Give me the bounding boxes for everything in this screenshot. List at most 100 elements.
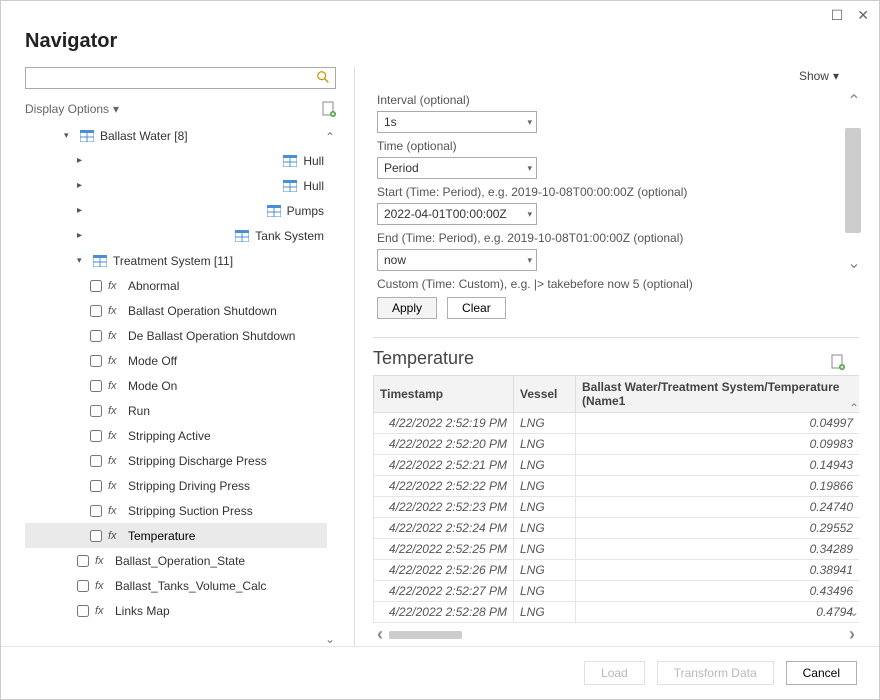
table-row[interactable]: 4/22/2022 2:52:19 PMLNG0.04997 <box>374 413 860 434</box>
scroll-up-icon[interactable]: ⌃ <box>847 401 859 415</box>
tree-leaf[interactable]: fxMode Off <box>25 348 324 373</box>
table-row[interactable]: 4/22/2022 2:52:27 PMLNG0.43496 <box>374 581 860 602</box>
table-row[interactable]: 4/22/2022 2:52:26 PMLNG0.38941 <box>374 560 860 581</box>
close-icon[interactable]: ✕ <box>857 7 869 24</box>
left-panel: Display Options ▾ Ballast Water [8] <box>1 67 336 646</box>
nav-tree[interactable]: Ballast Water [8] HullHullPumpsTank Syst… <box>25 123 336 623</box>
scroll-down-icon[interactable]: ⌄ <box>321 632 336 646</box>
tree-label: Stripping Suction Press <box>128 504 253 518</box>
column-header[interactable]: Timestamp <box>374 376 514 413</box>
tree-node[interactable]: Tank System <box>25 223 324 248</box>
end-value: now <box>384 253 406 267</box>
tree-checkbox[interactable] <box>90 305 102 317</box>
column-header[interactable]: Ballast Water/Treatment System/Temperatu… <box>576 376 860 413</box>
fx-icon: fx <box>108 280 122 292</box>
cell-vessel: LNG <box>514 497 576 518</box>
tree-node[interactable]: Hull <box>25 173 324 198</box>
params-scrollbar[interactable]: ⌃ ⌄ <box>845 88 863 273</box>
end-combo[interactable]: now ▾ <box>377 249 537 271</box>
tree-node[interactable]: Pumps <box>25 198 324 223</box>
tree-leaf[interactable]: fxTemperature <box>25 523 327 548</box>
tree-leaf[interactable]: fxLinks Map <box>25 598 324 623</box>
clear-button[interactable]: Clear <box>447 297 506 319</box>
table-row[interactable]: 4/22/2022 2:52:22 PMLNG0.19866 <box>374 476 860 497</box>
tree-scrollbar[interactable]: ⌃ ⌄ <box>321 123 336 646</box>
scroll-down-icon[interactable]: ⌄ <box>845 253 863 273</box>
tree-leaf[interactable]: fxMode On <box>25 373 324 398</box>
tree-checkbox[interactable] <box>77 555 89 567</box>
scroll-right-icon[interactable]: › <box>849 624 855 645</box>
start-combo[interactable]: 2022-04-01T00:00:00Z ▾ <box>377 203 537 225</box>
expand-icon[interactable] <box>77 255 87 266</box>
expand-icon[interactable] <box>77 230 229 241</box>
table-row[interactable]: 4/22/2022 2:52:21 PMLNG0.14943 <box>374 455 860 476</box>
tree-leaf[interactable]: fxStripping Discharge Press <box>25 448 324 473</box>
tree-leaf[interactable]: fxAbnormal <box>25 273 324 298</box>
tree-leaf[interactable]: fxStripping Suction Press <box>25 498 324 523</box>
tree-leaf[interactable]: fxBallast_Operation_State <box>25 548 324 573</box>
table-row[interactable]: 4/22/2022 2:52:25 PMLNG0.34289 <box>374 539 860 560</box>
tree-leaf[interactable]: fxStripping Driving Press <box>25 473 324 498</box>
refresh-sheet-icon[interactable] <box>831 354 845 370</box>
expand-icon[interactable] <box>64 130 74 141</box>
tree-label: Stripping Discharge Press <box>128 454 267 468</box>
grid-horizontal-scrollbar[interactable]: ‹ › <box>373 623 859 646</box>
transform-data-button[interactable]: Transform Data <box>657 661 774 685</box>
tree-checkbox[interactable] <box>90 405 102 417</box>
tree-node-ballast-water[interactable]: Ballast Water [8] <box>25 123 324 148</box>
chevron-down-icon: ▾ <box>833 69 839 83</box>
scrollbar-thumb[interactable] <box>845 128 861 233</box>
tree-checkbox[interactable] <box>77 580 89 592</box>
expand-icon[interactable] <box>77 180 277 191</box>
results-grid[interactable]: TimestampVesselBallast Water/Treatment S… <box>373 375 859 646</box>
chevron-down-icon: ▾ <box>527 117 532 128</box>
table-row[interactable]: 4/22/2022 2:52:24 PMLNG0.29552 <box>374 518 860 539</box>
table-row[interactable]: 4/22/2022 2:52:23 PMLNG0.24740 <box>374 497 860 518</box>
tree-label: Run <box>128 404 150 418</box>
interval-combo[interactable]: 1s ▾ <box>377 111 537 133</box>
tree-leaf[interactable]: fxBallast Operation Shutdown <box>25 298 324 323</box>
tree-leaf[interactable]: fxBallast_Tanks_Volume_Calc <box>25 573 324 598</box>
cell-value: 0.34289 <box>576 539 860 560</box>
cell-timestamp: 4/22/2022 2:52:24 PM <box>374 518 514 539</box>
new-sheet-icon[interactable] <box>322 101 336 117</box>
scroll-down-icon[interactable]: ⌄ <box>847 605 859 619</box>
tree-checkbox[interactable] <box>90 505 102 517</box>
time-value: Period <box>384 161 419 175</box>
fx-icon: fx <box>108 380 122 392</box>
tree-leaf[interactable]: fxStripping Active <box>25 423 324 448</box>
table-row[interactable]: 4/22/2022 2:52:20 PMLNG0.09983 <box>374 434 860 455</box>
maximize-icon[interactable]: ☐ <box>831 7 844 24</box>
tree-checkbox[interactable] <box>90 455 102 467</box>
tree-checkbox[interactable] <box>90 530 102 542</box>
tree-checkbox[interactable] <box>90 480 102 492</box>
load-button[interactable]: Load <box>584 661 645 685</box>
scroll-up-icon[interactable]: ⌃ <box>321 130 336 144</box>
tree-leaf[interactable]: fxDe Ballast Operation Shutdown <box>25 323 324 348</box>
apply-button[interactable]: Apply <box>377 297 437 319</box>
tree-checkbox[interactable] <box>90 355 102 367</box>
tree-checkbox[interactable] <box>90 280 102 292</box>
display-options-dropdown[interactable]: Display Options ▾ <box>25 102 119 116</box>
show-dropdown[interactable]: Show ▾ <box>799 69 839 83</box>
table-row[interactable]: 4/22/2022 2:52:28 PMLNG0.4794 <box>374 602 860 623</box>
right-panel: Show ▾ Interval (optional) 1s ▾ Time (op… <box>373 67 879 646</box>
scroll-up-icon[interactable]: ⌃ <box>845 91 863 111</box>
tree-node[interactable]: Treatment System [11] <box>25 248 324 273</box>
tree-checkbox[interactable] <box>90 330 102 342</box>
column-header[interactable]: Vessel <box>514 376 576 413</box>
cancel-button[interactable]: Cancel <box>786 661 857 685</box>
expand-icon[interactable] <box>77 155 277 166</box>
scrollbar-thumb[interactable] <box>389 631 462 639</box>
tree-node[interactable]: Hull <box>25 148 324 173</box>
expand-icon[interactable] <box>77 205 261 216</box>
time-combo[interactable]: Period ▾ <box>377 157 537 179</box>
tree-checkbox[interactable] <box>90 380 102 392</box>
grid-vertical-scrollbar[interactable]: ⌃ ⌄ <box>847 403 859 619</box>
cell-timestamp: 4/22/2022 2:52:19 PM <box>374 413 514 434</box>
search-input[interactable] <box>25 67 336 89</box>
scroll-left-icon[interactable]: ‹ <box>377 624 383 645</box>
tree-leaf[interactable]: fxRun <box>25 398 324 423</box>
tree-checkbox[interactable] <box>90 430 102 442</box>
tree-checkbox[interactable] <box>77 605 89 617</box>
